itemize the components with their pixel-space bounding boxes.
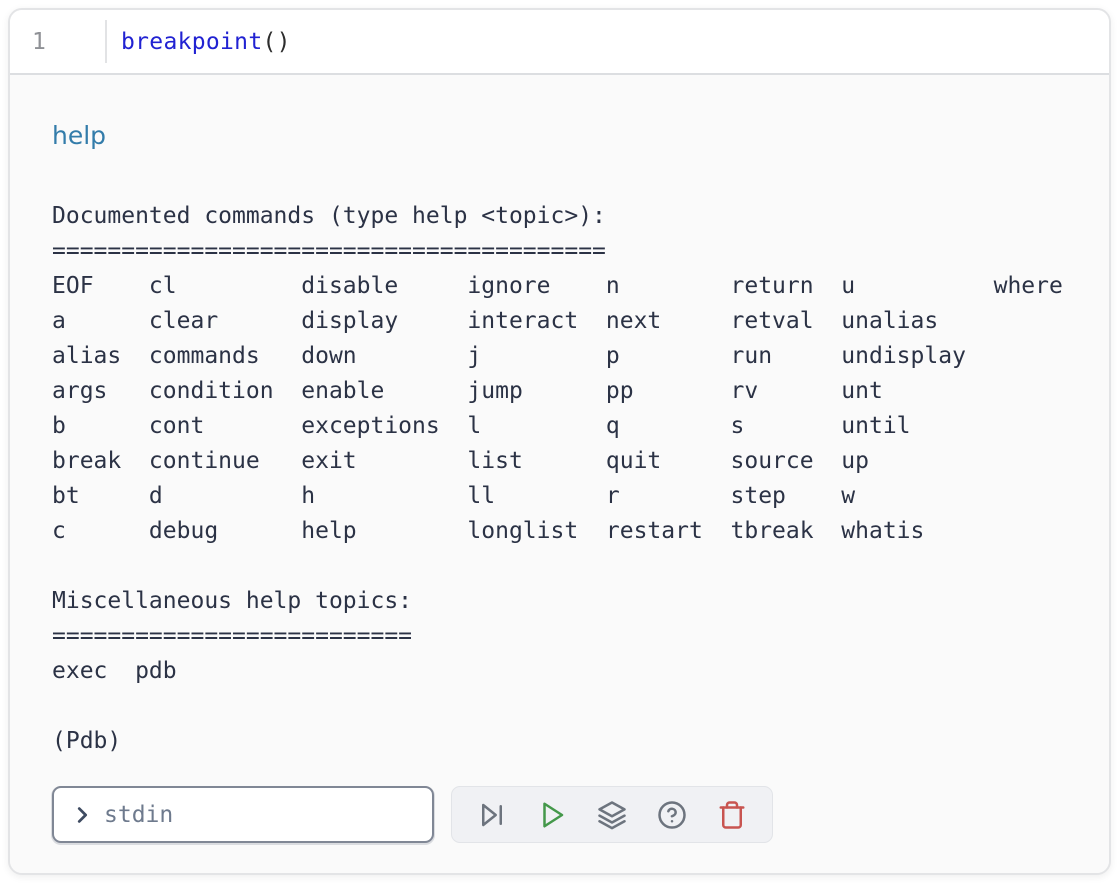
run-button[interactable]: [533, 796, 571, 834]
stdin-input[interactable]: [104, 802, 424, 828]
prompt-chevron-icon: [71, 804, 93, 826]
echoed-command: help: [52, 121, 1097, 151]
code-editor[interactable]: 1 breakpoint(): [10, 10, 1109, 75]
trash-icon: [717, 800, 747, 830]
editor-gutter: 1: [10, 10, 105, 73]
toolbar: [451, 786, 773, 843]
step-button[interactable]: [473, 796, 511, 834]
console-output: Documented commands (type help <topic>):…: [52, 199, 1097, 759]
console-controls: [52, 786, 773, 843]
python-runner-widget: 1 breakpoint() help Documented commands …: [8, 8, 1111, 875]
line-number: 1: [32, 29, 46, 55]
skip-forward-icon: [477, 800, 507, 830]
help-circle-icon: [657, 800, 687, 830]
clear-button[interactable]: [713, 796, 751, 834]
code-token-function: breakpoint: [121, 29, 262, 55]
play-icon: [537, 800, 567, 830]
layers-icon: [597, 800, 627, 830]
code-token-parens: (): [262, 29, 290, 55]
stdin-box[interactable]: [52, 786, 434, 843]
code-line[interactable]: breakpoint(): [107, 10, 1109, 73]
snippets-button[interactable]: [593, 796, 631, 834]
help-button[interactable]: [653, 796, 691, 834]
console-panel: help Documented commands (type help <top…: [10, 75, 1109, 875]
